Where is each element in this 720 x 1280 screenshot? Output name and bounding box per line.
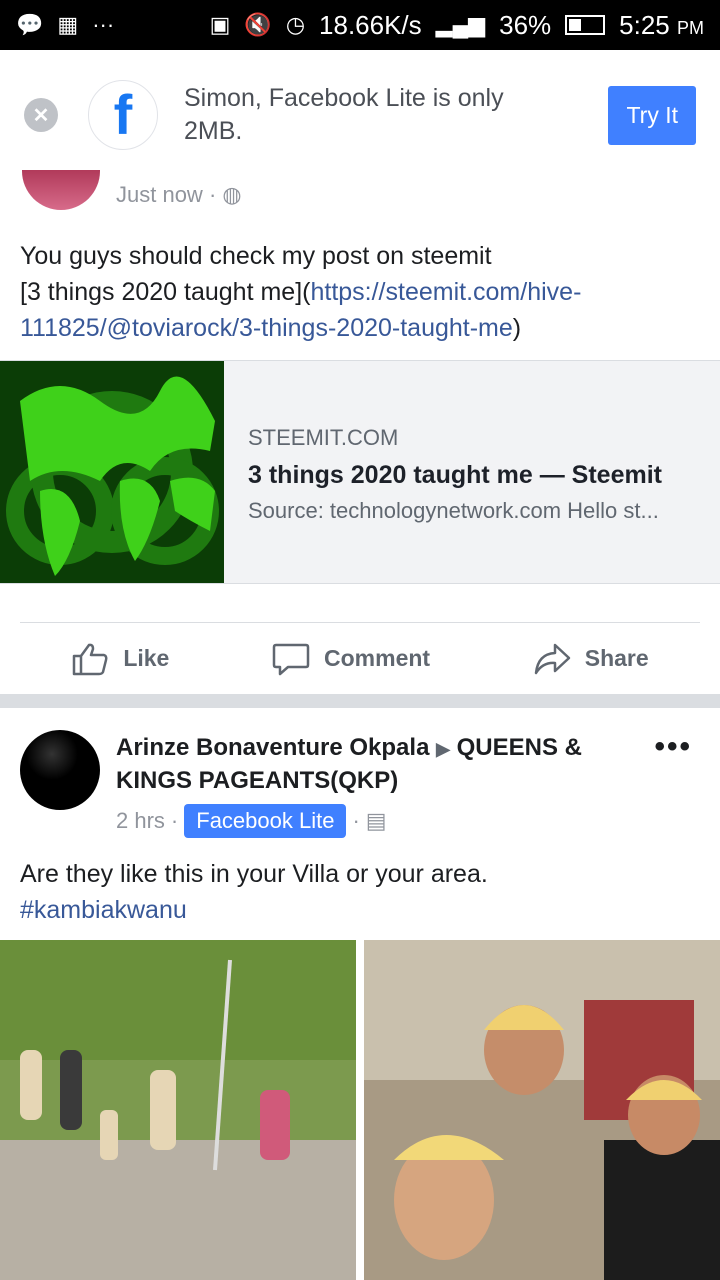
post-actions: Like Comment Share <box>20 622 700 694</box>
comment-label: Comment <box>324 645 431 671</box>
post-meta: 2 hrs · Facebook Lite · ▤ <box>116 804 387 838</box>
share-label: Share <box>584 645 649 671</box>
hashtag-link[interactable]: #kambiakwanu <box>20 892 700 928</box>
alarm-icon: ◷ <box>285 12 306 37</box>
network-speed: 18.66K/s <box>319 9 422 40</box>
group-privacy-icon: ▤ <box>365 808 387 833</box>
like-icon <box>73 643 108 675</box>
avatar[interactable] <box>20 730 100 810</box>
link-thumbnail <box>0 361 224 583</box>
post-time[interactable]: 2 hrs <box>116 808 165 834</box>
clock: 5:25 PM <box>619 9 704 40</box>
share-button[interactable]: Share <box>533 642 649 676</box>
facebook-logo-icon: f <box>88 80 158 150</box>
share-icon <box>534 643 570 674</box>
link-description: Source: technologynetwork.com Hello st..… <box>248 498 659 523</box>
post-divider <box>0 694 720 708</box>
post-text: Are they like this in your Villa or your… <box>20 856 700 928</box>
arrow-right-icon: ▶ <box>436 739 450 759</box>
photo[interactable] <box>0 940 356 1280</box>
post-header: Arinze Bonaventure Okpala ▶ QUEENS & KIN… <box>116 732 636 797</box>
battery-percent: 36% <box>499 9 552 40</box>
photo[interactable] <box>364 940 720 1280</box>
post-text: You guys should check my post on steemit… <box>20 242 582 342</box>
author-name[interactable]: Arinze Bonaventure Okpala <box>116 734 429 761</box>
chat-icon: 💬 <box>16 12 44 37</box>
comment-icon <box>272 643 310 675</box>
try-it-button[interactable]: Try It <box>608 85 696 145</box>
post-time[interactable]: Just now <box>116 182 203 207</box>
mute-icon: 🔇 <box>244 12 272 37</box>
apps-icon: ▦ <box>57 12 79 37</box>
post-meta: Just now · ◍ <box>116 182 242 207</box>
close-icon[interactable]: ✕ <box>24 98 58 132</box>
like-button[interactable]: Like <box>71 642 169 676</box>
link-domain: STEEMIT.COM <box>248 425 399 450</box>
status-bar: 💬 ▦ ··· ▣ 🔇 ◷ 18.66K/s ▂▄▆ 36% 5:25 PM <box>0 0 720 50</box>
facebook-lite-banner: ✕ f Simon, Facebook Lite is only 2MB. Tr… <box>0 50 720 180</box>
banner-text: Simon, Facebook Lite is only 2MB. <box>184 84 504 145</box>
vibrate-icon: ▣ <box>209 12 231 37</box>
avatar[interactable] <box>22 170 100 210</box>
link-preview-card[interactable]: STEEMIT.COM 3 things 2020 taught me — St… <box>0 360 720 584</box>
link-title: 3 things 2020 taught me — Steemit <box>248 461 662 489</box>
comment-button[interactable]: Comment <box>272 641 430 677</box>
more-options-icon[interactable]: ••• <box>654 730 692 764</box>
battery-icon <box>565 15 606 35</box>
photo-grid <box>0 940 720 1280</box>
signal-icon: ▂▄▆ <box>435 12 486 37</box>
more-notifications-icon: ··· <box>92 12 115 37</box>
facebook-lite-badge[interactable]: Facebook Lite <box>184 804 347 838</box>
like-label: Like <box>123 645 170 671</box>
globe-icon: ◍ <box>222 182 242 207</box>
